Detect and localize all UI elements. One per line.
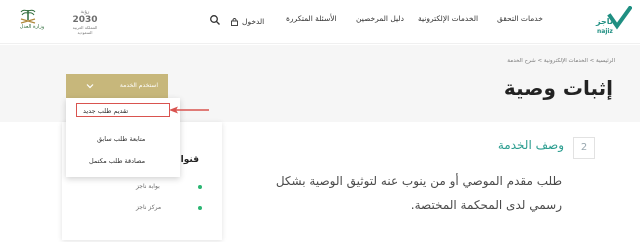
bullet-dot-icon xyxy=(198,185,202,189)
vision-2030-logo: رؤية 2030 المملكة العربية السعودية xyxy=(68,9,102,35)
use-service-label: استخدم الخدمة xyxy=(119,82,158,89)
header: وزارة العدل رؤية 2030 المملكة العربية ال… xyxy=(0,0,640,44)
nav-login[interactable]: الدخول xyxy=(230,14,264,28)
page-title: إثبات وصية xyxy=(503,76,613,100)
menu-item-follow-request[interactable]: متابعة طلب سابق xyxy=(97,135,145,143)
channel-item[interactable]: مركز ناجز xyxy=(136,204,161,211)
nav-e-services[interactable]: الخدمات الإلكترونية xyxy=(418,14,478,28)
emblem-text: وزارة العدل xyxy=(19,24,45,30)
use-service-button[interactable]: استخدم الخدمة xyxy=(66,74,168,98)
lock-icon xyxy=(231,17,238,26)
menu-item-new-request[interactable]: تقديم طلب جديد xyxy=(83,107,128,115)
nav-licensees-guide[interactable]: دليل المرخصين xyxy=(356,14,404,28)
vision-year-text: 2030 xyxy=(72,15,98,25)
search-icon[interactable] xyxy=(209,14,221,26)
bullet-dot-icon xyxy=(198,206,202,210)
vision-bottom-text: المملكة العربية السعودية xyxy=(72,25,98,35)
logo-arabic-text: ناجز xyxy=(596,17,613,26)
section-title: وصف الخدمة xyxy=(497,138,564,152)
pointer-arrow-icon xyxy=(169,106,209,114)
channel-item[interactable]: بوابة ناجز xyxy=(136,183,160,190)
section-number: 2 xyxy=(573,137,595,159)
logo-english-text: najiz xyxy=(597,28,613,35)
nav-login-label: الدخول xyxy=(242,16,265,26)
najiz-logo[interactable]: ناجز najiz xyxy=(594,6,634,38)
ministry-emblem-logo[interactable]: وزارة العدل xyxy=(10,8,54,34)
nav-verification-services[interactable]: خدمات التحقق xyxy=(497,14,543,28)
section-description-line2: رسمي لدى المحكمة المختصة. xyxy=(410,198,562,212)
breadcrumb[interactable]: الرئيسية > الخدمات الإلكترونية > شرح الخ… xyxy=(507,58,615,64)
section-description-line1: طلب مقدم الموصي أو من ينوب عنه لتوثيق ال… xyxy=(275,174,562,188)
chevron-down-icon xyxy=(86,84,94,89)
nav-faq[interactable]: الأسئلة المتكررة xyxy=(286,14,337,28)
menu-item-certify-request[interactable]: مصادقة طلب مكتمل xyxy=(89,157,145,165)
